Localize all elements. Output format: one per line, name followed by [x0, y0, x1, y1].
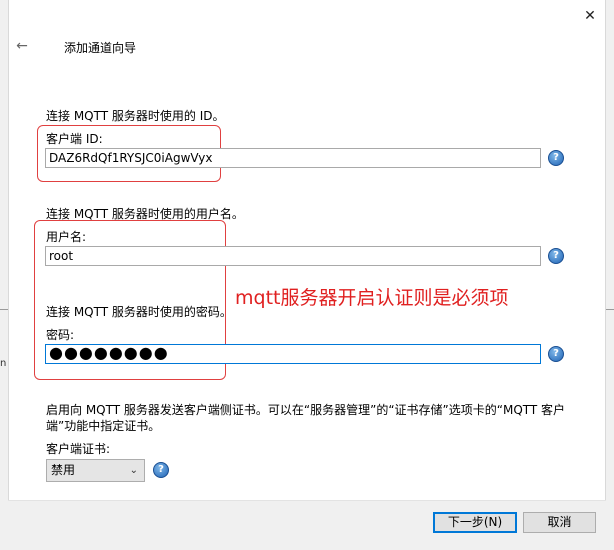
- password-description: 连接 MQTT 服务器时使用的密码。: [46, 305, 232, 319]
- close-icon[interactable]: ✕: [578, 4, 602, 28]
- password-field[interactable]: ●●●●●●●●: [45, 344, 541, 364]
- client-id-label: 客户端 ID:: [46, 132, 103, 146]
- chevron-down-icon: ⌄: [129, 465, 138, 476]
- back-arrow-icon[interactable]: ←: [12, 36, 32, 56]
- annotation-text: mqtt服务器开启认证则是必须项: [235, 287, 509, 309]
- next-button[interactable]: 下一步(N): [433, 512, 517, 533]
- help-icon[interactable]: ?: [153, 462, 169, 478]
- help-icon[interactable]: ?: [548, 150, 564, 166]
- certificate-description-line2: 端”功能中指定证书。: [46, 419, 161, 433]
- background-window-edge-right: [606, 309, 614, 310]
- certificate-select[interactable]: 禁用 ⌄: [46, 459, 145, 482]
- username-label: 用户名:: [46, 230, 87, 244]
- dialog-title: 添加通道向导: [64, 41, 137, 55]
- help-icon[interactable]: ?: [548, 346, 564, 362]
- help-icon[interactable]: ?: [548, 248, 564, 264]
- client-id-field[interactable]: DAZ6RdQf1RYSJC0iAgwVyx: [45, 148, 541, 168]
- certificate-selected-value: 禁用: [51, 463, 76, 477]
- cancel-button[interactable]: 取消: [523, 512, 596, 533]
- background-window-glyph: n: [0, 358, 7, 369]
- client-id-description: 连接 MQTT 服务器时使用的 ID。: [46, 109, 225, 123]
- password-label: 密码:: [46, 328, 75, 342]
- background-window-edge-left: [0, 309, 8, 310]
- certificate-label: 客户端证书:: [46, 442, 111, 456]
- username-field[interactable]: root: [45, 246, 541, 266]
- certificate-description-line1: 启用向 MQTT 服务器发送客户端侧证书。可以在“服务器管理”的“证书存储”选项…: [46, 403, 566, 417]
